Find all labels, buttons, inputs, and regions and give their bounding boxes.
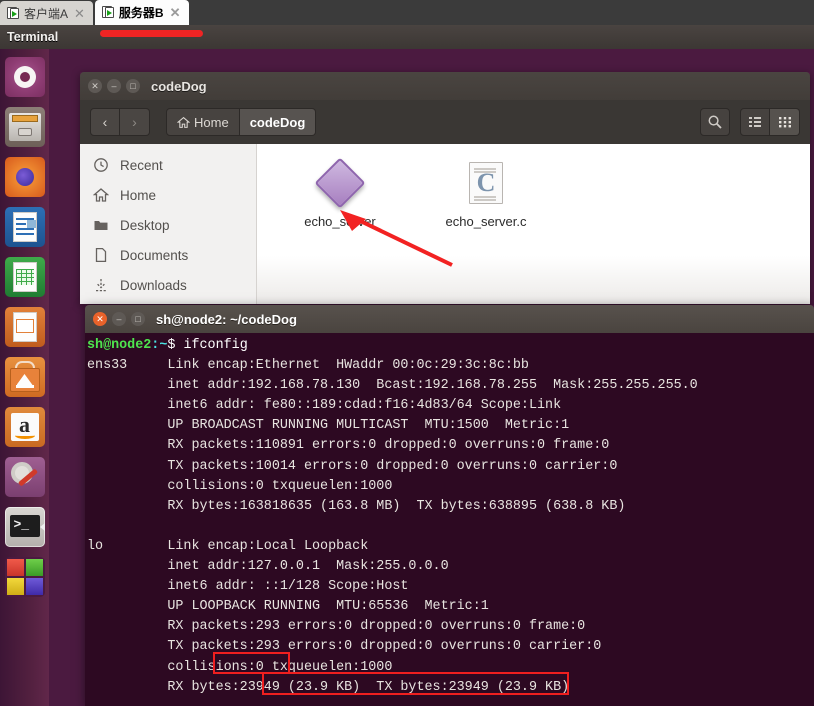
launcher-item-system-settings[interactable]	[4, 457, 45, 497]
terminal-line: inet addr:127.0.0.1 Mask:255.0.0.0	[87, 559, 449, 575]
terminal-line: RX bytes:23949 (23.9 KB) TX bytes:23949 …	[87, 679, 570, 695]
breadcrumb-home[interactable]: Home	[166, 108, 240, 136]
search-icon	[708, 115, 722, 129]
terminal-glyph: >_	[9, 515, 40, 537]
home-icon	[177, 116, 190, 128]
back-button[interactable]: ‹	[90, 108, 120, 136]
terminal-line: RX packets:110891 errors:0 dropped:0 ove…	[87, 438, 610, 454]
breadcrumb-label: codeDog	[249, 114, 306, 130]
folder-icon	[93, 217, 109, 233]
sidebar-item-downloads[interactable]: Downloads	[80, 270, 256, 300]
terminal-line: collisions:0 txqueuelen:1000	[87, 659, 393, 675]
executable-icon	[314, 157, 366, 209]
maximize-icon[interactable]: □	[131, 312, 145, 326]
terminal-prompt-user: sh@node2	[87, 338, 152, 353]
file-manager-titlebar[interactable]: ✕ – □ codeDog	[80, 72, 810, 100]
terminal-line: sh@node2:~$ ifconfig	[87, 336, 814, 356]
c-source-icon	[469, 162, 503, 204]
terminal-prompt-symbol: $	[167, 338, 184, 353]
file-manager-sidebar: Recent Home Desktop Documents Downloads	[80, 144, 257, 304]
sidebar-item-label: Downloads	[120, 277, 187, 293]
terminal-window: ✕ – □ sh@node2: ~/codeDog sh@node2:~$ if…	[85, 305, 814, 706]
unity-top-panel: Terminal	[0, 25, 814, 49]
tab-label: 客户端A	[24, 6, 69, 21]
running-indicator-icon	[39, 523, 45, 531]
list-view-button[interactable]	[740, 108, 770, 136]
terminal-line: lo Link encap:Local Loopback	[87, 538, 369, 554]
terminal-line: inet addr:192.168.78.130 Bcast:192.168.7…	[87, 378, 698, 394]
launcher-item-libreoffice-calc[interactable]	[4, 257, 45, 297]
minimize-icon[interactable]: –	[112, 312, 126, 326]
minimize-icon[interactable]: –	[107, 79, 121, 93]
terminal-line: TX packets:10014 errors:0 dropped:0 over…	[87, 458, 618, 474]
terminal-line: UP LOOPBACK RUNNING MTU:65536 Metric:1	[87, 599, 489, 615]
breadcrumb: Home codeDog	[166, 108, 317, 136]
sidebar-item-desktop[interactable]: Desktop	[80, 210, 256, 240]
terminal-line: inet6 addr: fe80::189:cdad:f16:4d83/64 S…	[87, 398, 562, 414]
terminal-line: RX packets:293 errors:0 dropped:0 overru…	[87, 619, 586, 635]
terminal-line: inet6 addr: ::1/128 Scope:Host	[87, 579, 409, 595]
sidebar-item-home[interactable]: Home	[80, 180, 256, 210]
maximize-icon[interactable]: □	[126, 79, 140, 93]
window-title: sh@node2: ~/codeDog	[156, 311, 297, 327]
launcher-item-files[interactable]	[4, 107, 45, 147]
close-icon[interactable]: ✕	[72, 7, 87, 20]
list-view-icon	[749, 117, 761, 127]
grid-view-icon	[778, 117, 791, 128]
close-icon[interactable]: ✕	[168, 6, 183, 19]
launcher-item-libreoffice-impress[interactable]	[4, 307, 45, 347]
search-button[interactable]	[700, 108, 730, 136]
tab-label: 服务器B	[118, 6, 164, 20]
launcher-item-firefox[interactable]	[4, 157, 45, 197]
file-manager-toolbar: ‹ › Home codeDog	[80, 100, 810, 144]
terminal-line: UP BROADCAST RUNNING MULTICAST MTU:1500 …	[87, 418, 570, 434]
launcher-item-libreoffice-writer[interactable]	[4, 207, 45, 247]
sidebar-item-label: Recent	[120, 157, 163, 173]
clock-icon	[93, 157, 109, 173]
breadcrumb-label: Home	[194, 114, 229, 130]
launcher-item-ubuntu-dash[interactable]	[4, 57, 45, 97]
terminal-line: collisions:0 txqueuelen:1000	[87, 478, 393, 494]
page-play-icon	[7, 6, 20, 20]
document-icon	[93, 247, 109, 263]
sidebar-item-label: Desktop	[120, 217, 170, 233]
arrow-to-echo-server	[340, 210, 453, 267]
launcher-item-software-center[interactable]	[4, 357, 45, 397]
home-icon	[92, 187, 110, 203]
tab-client-a[interactable]: 客户端A ✕	[0, 1, 93, 25]
sidebar-item-documents[interactable]: Documents	[80, 240, 256, 270]
launcher-item-terminal[interactable]: >_	[4, 507, 45, 547]
breadcrumb-codedog[interactable]: codeDog	[239, 108, 317, 136]
close-icon[interactable]: ✕	[88, 79, 102, 93]
window-title: codeDog	[151, 78, 207, 94]
unity-launcher: a >_	[0, 49, 49, 706]
sidebar-item-label: Home	[120, 187, 157, 203]
grid-view-button[interactable]	[770, 108, 800, 136]
forward-button[interactable]: ›	[120, 108, 150, 136]
close-icon[interactable]: ✕	[93, 312, 107, 326]
download-icon	[93, 277, 109, 293]
terminal-command: ifconfig	[183, 338, 248, 353]
terminal-prompt-path: :~	[151, 338, 168, 353]
sidebar-item-label: Documents	[120, 247, 189, 263]
terminal-line: TX packets:293 errors:0 dropped:0 overru…	[87, 639, 602, 655]
terminal-output[interactable]: sh@node2:~$ ifconfig ens33 Link encap:Eth…	[85, 333, 814, 706]
menu-highlight-stroke	[100, 30, 203, 37]
tab-server-b[interactable]: 服务器B ✕	[94, 0, 189, 25]
app-menu-terminal[interactable]: Terminal	[0, 30, 58, 44]
terminal-titlebar[interactable]: ✕ – □ sh@node2: ~/codeDog	[85, 305, 814, 333]
launcher-item-amazon[interactable]: a	[4, 407, 45, 447]
terminal-line: ens33 Link encap:Ethernet HWaddr 00:0c:2…	[87, 358, 529, 374]
terminal-line: RX bytes:163818635 (163.8 MB) TX bytes:6…	[87, 498, 626, 514]
page-play-icon	[101, 6, 115, 19]
tab-strip: 客户端A ✕ 服务器B ✕	[0, 0, 814, 25]
launcher-item-workspace-switcher[interactable]	[4, 557, 45, 597]
sidebar-item-recent[interactable]: Recent	[80, 150, 256, 180]
